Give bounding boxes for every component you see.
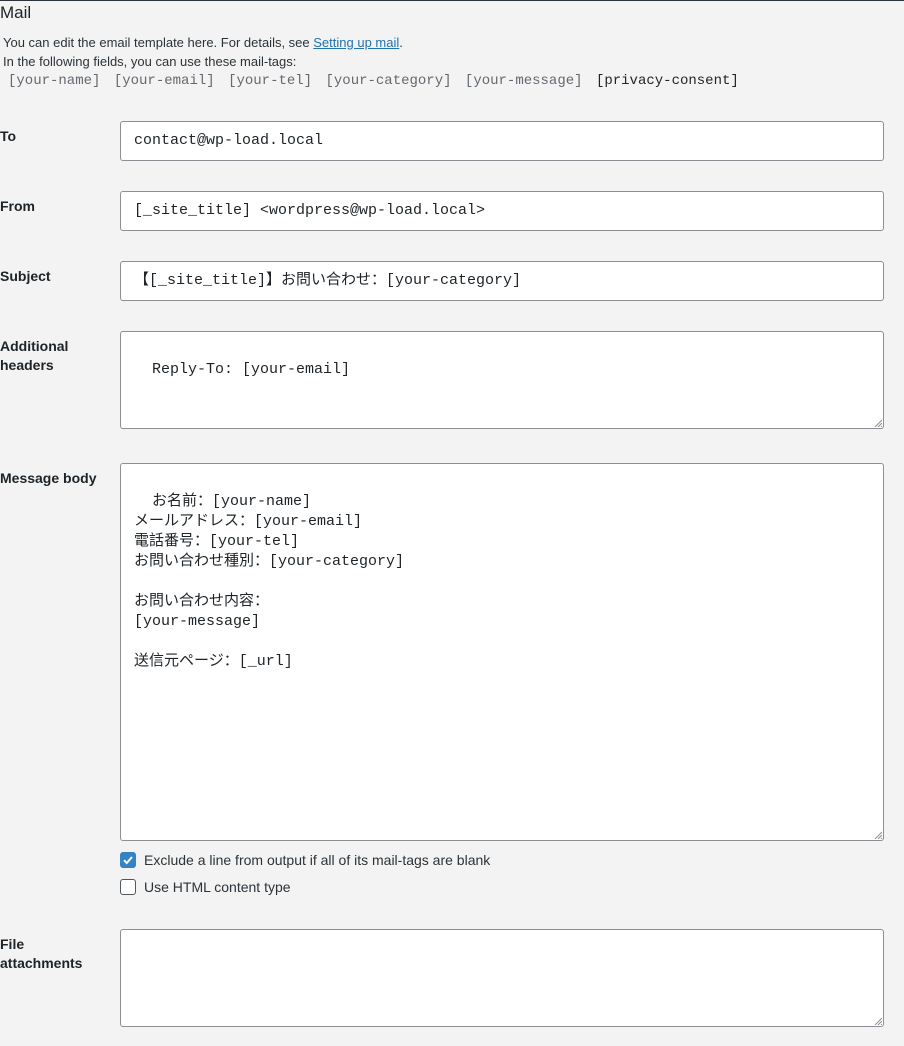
subject-field[interactable]: 【[_site_title]】お問い合わせ：[your-category] xyxy=(120,261,884,301)
top-divider xyxy=(0,0,904,1)
message-body-label: Message body xyxy=(0,470,97,486)
mail-tags-intro: In the following fields, you can use the… xyxy=(3,54,297,69)
file-attachments-textarea[interactable] xyxy=(120,929,884,1027)
message-body-textarea[interactable]: お名前：[your-name] メールアドレス：[your-email] 電話番… xyxy=(120,463,884,841)
file-attachments-label: File attachments xyxy=(0,936,83,971)
use-html-label: Use HTML content type xyxy=(144,879,291,895)
resize-handle-icon[interactable] xyxy=(874,419,882,427)
mail-tag-required: [privacy-consent] xyxy=(595,73,739,89)
resize-handle-icon[interactable] xyxy=(874,1017,882,1025)
section-description: You can edit the email template here. Fo… xyxy=(3,35,403,50)
description-text: You can edit the email template here. Fo… xyxy=(3,35,314,50)
mail-tag: [your-category] xyxy=(325,73,452,89)
subject-label: Subject xyxy=(0,268,51,284)
mail-tags-list: [your-name] [your-email] [your-tel] [you… xyxy=(8,73,744,89)
description-suffix: . xyxy=(399,35,403,50)
resize-handle-icon[interactable] xyxy=(874,831,882,839)
message-body-value: お名前：[your-name] メールアドレス：[your-email] 電話番… xyxy=(134,493,405,670)
checkmark-icon xyxy=(123,856,133,865)
section-title: Mail xyxy=(0,3,32,22)
to-field[interactable]: contact@wp-load.local xyxy=(120,121,884,161)
exclude-blank-checkbox[interactable] xyxy=(120,852,136,868)
mail-tag: [your-tel] xyxy=(228,73,313,89)
use-html-option[interactable]: Use HTML content type xyxy=(120,879,291,895)
from-field[interactable]: [_site_title] <wordpress@wp-load.local> xyxy=(120,191,884,231)
additional-headers-value: Reply-To: [your-email] xyxy=(152,361,351,378)
additional-headers-label: Additional headers xyxy=(0,338,69,373)
additional-headers-textarea[interactable]: Reply-To: [your-email] xyxy=(120,331,884,429)
setting-up-mail-link[interactable]: Setting up mail xyxy=(313,35,399,50)
mail-tag: [your-email] xyxy=(113,73,215,89)
to-label: To xyxy=(0,128,17,144)
exclude-blank-option[interactable]: Exclude a line from output if all of its… xyxy=(120,852,490,868)
exclude-blank-label: Exclude a line from output if all of its… xyxy=(144,852,491,868)
from-label: From xyxy=(0,198,35,214)
mail-tag: [your-message] xyxy=(464,73,583,89)
use-html-checkbox[interactable] xyxy=(120,879,136,895)
mail-tag: [your-name] xyxy=(8,73,101,89)
